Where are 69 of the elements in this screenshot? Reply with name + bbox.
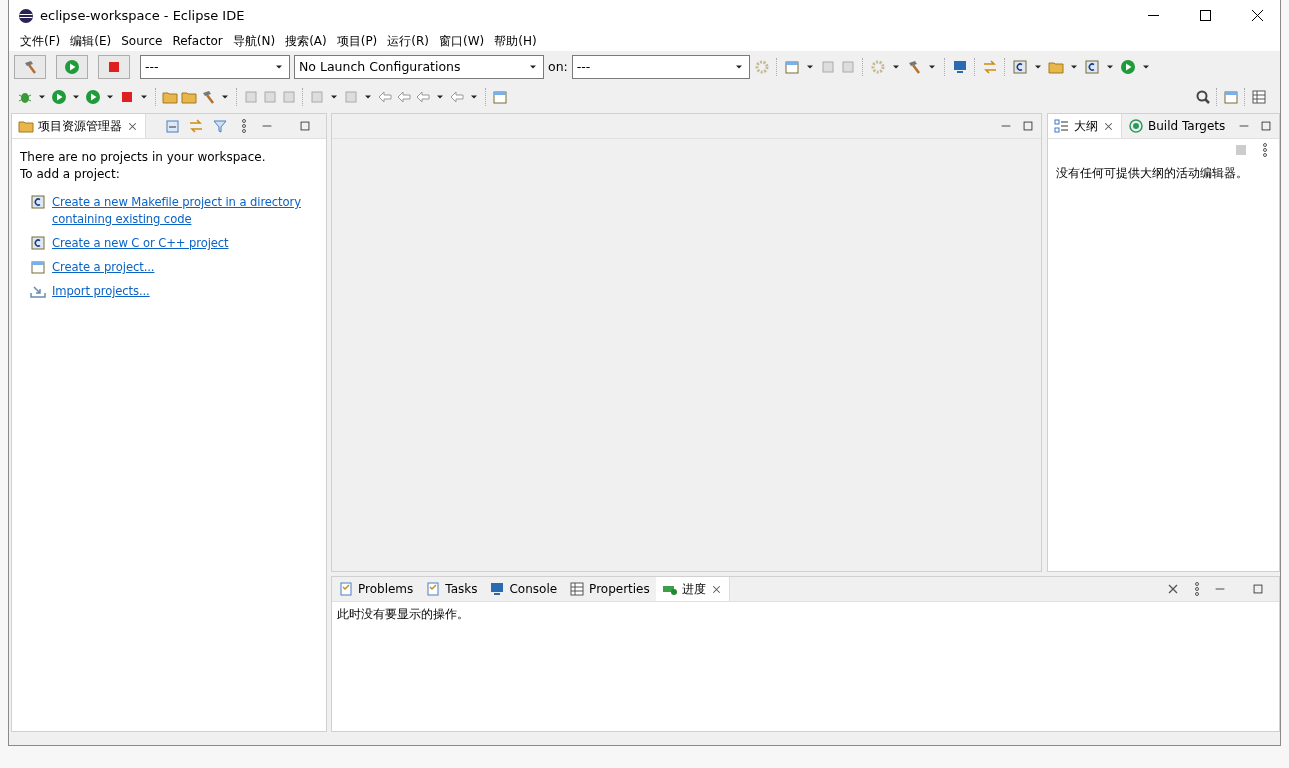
launch-config-dropdown[interactable]: No Launch Configurations xyxy=(294,54,544,79)
monitor-icon[interactable] xyxy=(951,58,968,75)
import-icon xyxy=(30,283,46,299)
close-icon xyxy=(1251,10,1263,21)
checklist-icon xyxy=(338,581,354,597)
menu-item[interactable]: 导航(N) xyxy=(227,32,281,50)
window-title: eclipse-workspace - Eclipse IDE xyxy=(40,8,246,23)
stop-button[interactable] xyxy=(98,54,130,79)
table-icon[interactable] xyxy=(1251,88,1267,105)
panel-tab[interactable]: 项目资源管理器 xyxy=(12,114,146,138)
play-icon[interactable] xyxy=(1119,58,1136,75)
window-icon[interactable] xyxy=(492,88,508,105)
menu-item[interactable]: 窗口(W) xyxy=(434,32,490,50)
panel-tab[interactable]: Problems xyxy=(332,577,420,601)
hammer-icon xyxy=(22,58,38,75)
list-icon xyxy=(1054,118,1070,134)
maximize-icon[interactable] xyxy=(1251,582,1265,596)
play-icon[interactable] xyxy=(51,88,67,105)
panel-tab[interactable]: Properties xyxy=(563,577,656,601)
sync-icon[interactable] xyxy=(188,118,204,134)
empty-message: 没有任何可提供大纲的活动编辑器。 xyxy=(1056,165,1249,182)
menu-item[interactable]: 项目(P) xyxy=(331,32,383,50)
maximize-icon[interactable] xyxy=(298,119,312,133)
action-link[interactable]: Create a project... xyxy=(52,259,155,276)
maximize-icon xyxy=(1199,10,1211,21)
file-c-icon xyxy=(30,235,46,251)
sync-icon[interactable] xyxy=(981,58,998,75)
filter-icon[interactable] xyxy=(212,118,228,134)
hammer-icon[interactable] xyxy=(200,88,216,105)
panel-tab[interactable]: Build Targets xyxy=(1122,114,1232,138)
panel-tab[interactable]: 大纲 xyxy=(1048,114,1122,138)
action-link[interactable]: Create a new Makefile project in a directory containing existing code xyxy=(52,194,318,228)
prompt-text: To add a project: xyxy=(20,166,121,183)
search-icon[interactable] xyxy=(1195,88,1211,105)
play-icon xyxy=(64,58,80,75)
action-link[interactable]: Create a new C or C++ project xyxy=(52,235,229,252)
monitor-icon xyxy=(489,581,506,597)
action-link[interactable]: Import projects... xyxy=(52,283,150,300)
menu-item[interactable]: Refactor xyxy=(167,34,228,48)
collapse-icon[interactable] xyxy=(164,118,180,134)
menu-item[interactable]: 编辑(E) xyxy=(65,32,117,50)
menu-item[interactable]: 文件(F) xyxy=(15,32,66,50)
target-dropdown[interactable]: --- xyxy=(571,54,750,79)
empty-message: 此时没有要显示的操作。 xyxy=(337,606,470,623)
checklist-icon xyxy=(425,581,442,597)
window-icon xyxy=(30,259,46,275)
menu-item[interactable]: 搜索(A) xyxy=(280,32,332,50)
run-button[interactable] xyxy=(56,54,88,79)
eclipse-logo-icon xyxy=(18,7,34,24)
file-c-icon[interactable] xyxy=(1083,58,1100,75)
folder-icon xyxy=(18,118,34,134)
menu-item[interactable]: Source xyxy=(116,34,168,48)
window-icon[interactable] xyxy=(1223,88,1239,105)
panel-tab[interactable]: Console xyxy=(483,577,564,601)
table-icon xyxy=(569,581,586,597)
empty-message: There are no projects in your workspace. xyxy=(20,149,267,166)
menu-item[interactable]: 帮助(H) xyxy=(489,32,542,50)
file-c-icon[interactable] xyxy=(1011,58,1028,75)
menu-item[interactable]: 运行(R) xyxy=(382,32,434,50)
file-c-icon xyxy=(30,194,46,210)
maximize-icon[interactable] xyxy=(1021,119,1035,133)
panel-tab[interactable]: Tasks xyxy=(419,577,484,601)
panel-tab[interactable]: 进度 xyxy=(655,577,730,601)
maximize-icon[interactable] xyxy=(1259,119,1273,133)
play-icon[interactable] xyxy=(85,88,101,105)
target-icon xyxy=(1128,118,1144,134)
target-label: on: xyxy=(548,59,568,74)
build-button[interactable] xyxy=(14,54,46,79)
launch-mode-dropdown[interactable]: --- xyxy=(140,54,290,79)
